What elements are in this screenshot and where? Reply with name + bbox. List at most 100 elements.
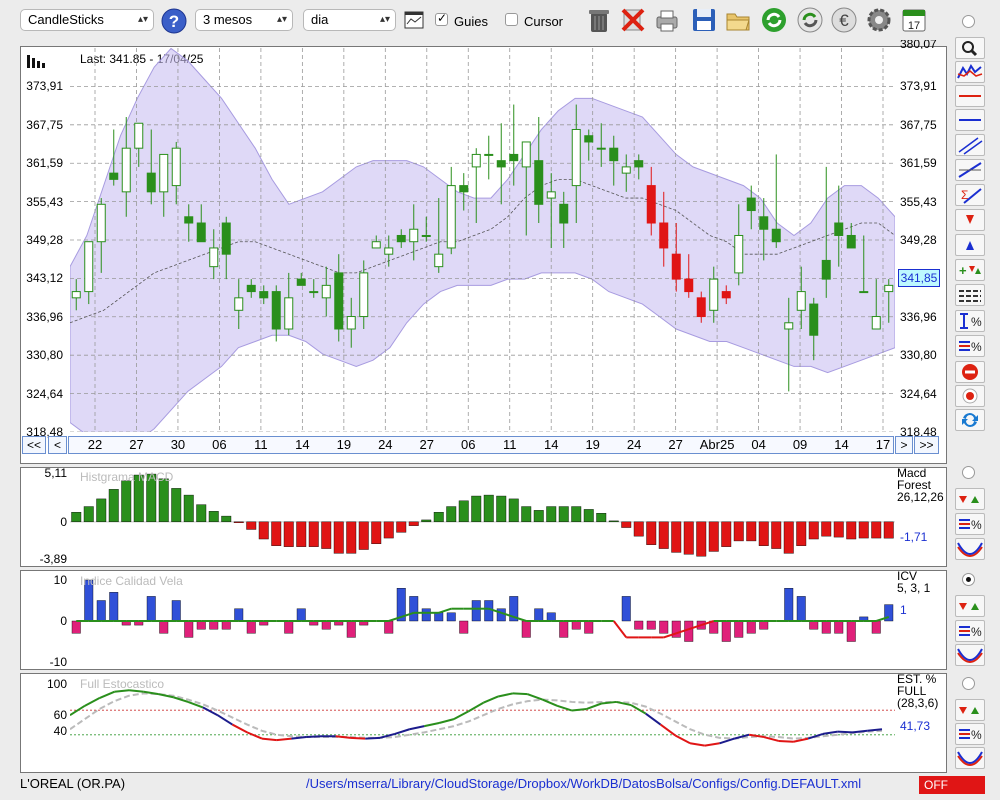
nav-first-button[interactable]: <<	[22, 436, 46, 454]
calendar-icon[interactable]: 17	[900, 6, 928, 34]
no-entry-icon	[962, 364, 978, 380]
icv-panel-radio[interactable]	[962, 573, 975, 586]
icv-bar	[296, 608, 306, 622]
candle-body	[584, 135, 594, 143]
print-icon[interactable]	[653, 6, 681, 34]
candle-body	[384, 247, 394, 255]
record-button[interactable]	[955, 385, 985, 407]
main-panel-radio[interactable]	[962, 15, 975, 28]
channel-button[interactable]	[955, 134, 985, 156]
candle-body	[321, 284, 331, 299]
icv-bar	[409, 596, 419, 622]
date-axis-bar[interactable]	[68, 436, 894, 454]
percent-lines-button[interactable]: %	[955, 335, 985, 357]
stochastic-levels-button[interactable]: %	[955, 723, 985, 745]
candlestick-chart[interactable]	[70, 48, 895, 432]
config-path-link[interactable]: /Users/mserra/Library/CloudStorage/Dropb…	[306, 776, 861, 791]
icv-bar	[434, 612, 444, 622]
percent-range-button[interactable]: %	[955, 310, 985, 332]
list-button[interactable]	[955, 284, 985, 306]
percent-lines-icon: %	[959, 518, 982, 532]
macd-histogram[interactable]	[70, 468, 895, 564]
stochastic-y-tick: 100	[46, 677, 67, 691]
candle-body	[496, 160, 506, 168]
delete-x-icon[interactable]	[619, 6, 647, 34]
chart-type-select[interactable]: CandleSticks ▴▾	[20, 9, 154, 31]
svg-text:%: %	[971, 340, 982, 354]
refresh-icon[interactable]	[760, 6, 788, 34]
macd-panel-radio[interactable]	[962, 466, 975, 479]
cursor-checkbox[interactable]	[505, 13, 518, 26]
stochastic-k-line	[719, 737, 735, 745]
hline-blue-button[interactable]	[955, 109, 985, 131]
candle-body	[396, 234, 406, 243]
icv-bar	[446, 612, 456, 622]
macd-bar	[496, 495, 507, 523]
trash-icon[interactable]	[585, 6, 613, 34]
currency-icon[interactable]: €	[830, 6, 858, 34]
help-icon[interactable]: ?	[161, 8, 187, 34]
icv-bar	[209, 620, 219, 630]
sell-marker-button[interactable]	[955, 209, 985, 231]
signal-arrows-icon	[959, 707, 979, 714]
nav-next-button[interactable]: >	[895, 436, 913, 454]
icv-bar	[571, 620, 581, 630]
macd-bar	[121, 480, 132, 523]
stochastic-panel-radio[interactable]	[962, 677, 975, 690]
candle-body	[684, 278, 694, 293]
icv-histogram[interactable]	[70, 571, 895, 667]
candle-body	[371, 241, 381, 249]
icv-bar	[584, 620, 594, 634]
stochastic-k-line	[99, 690, 115, 699]
interval-select[interactable]: dia ▴▾	[303, 9, 396, 31]
macd-signals-button[interactable]	[955, 488, 985, 510]
period-select[interactable]: 3 mesos ▴▾	[195, 9, 293, 31]
stochastic-k-line	[689, 742, 705, 747]
gear-icon[interactable]	[865, 6, 893, 34]
macd-y-tick: -3,89	[39, 552, 67, 566]
macd-bar	[321, 521, 332, 549]
stochastic-chart[interactable]	[70, 674, 895, 770]
indicators-button[interactable]	[955, 61, 985, 83]
save-icon[interactable]	[690, 6, 718, 34]
icv-levels-button[interactable]: %	[955, 620, 985, 642]
hline-red-button[interactable]	[955, 85, 985, 107]
macd-bar	[596, 513, 607, 523]
icv-bar	[384, 620, 394, 634]
icv-bar	[871, 620, 881, 634]
chart-window-icon[interactable]	[404, 11, 424, 29]
buy-marker-button[interactable]	[955, 234, 985, 256]
macd-bar	[358, 521, 369, 550]
candle-body	[846, 234, 856, 249]
delete-all-button[interactable]	[955, 361, 985, 383]
zoom-button[interactable]	[955, 37, 985, 59]
stochastic-curve-button[interactable]	[955, 747, 985, 769]
icv-curve-button[interactable]	[955, 644, 985, 666]
trendline-button[interactable]	[955, 159, 985, 181]
candle-body	[471, 153, 481, 168]
candle-body	[234, 297, 244, 311]
macd-curve-button[interactable]	[955, 538, 985, 560]
macd-value: -1,71	[900, 530, 928, 544]
open-folder-icon[interactable]	[724, 6, 752, 34]
off-status-badge[interactable]: OFF	[919, 776, 985, 794]
macd-levels-button[interactable]: %	[955, 513, 985, 535]
bar-chart-icon[interactable]	[26, 51, 46, 69]
candle-body	[596, 147, 606, 150]
macd-bar	[171, 488, 182, 523]
icv-signals-button[interactable]	[955, 595, 985, 617]
fibonacci-button[interactable]: Σ	[955, 184, 985, 206]
nav-prev-button[interactable]: <	[48, 436, 67, 454]
stochastic-signals-button[interactable]	[955, 699, 985, 721]
macd-legend-line3: 26,12,26	[897, 490, 944, 504]
sync-icon[interactable]	[796, 6, 824, 34]
icv-bar	[546, 612, 556, 622]
guides-checkbox[interactable]: ✓	[435, 11, 448, 26]
nav-last-button[interactable]: >>	[914, 436, 939, 454]
icv-bar	[784, 588, 794, 622]
macd-y-tick: 0	[60, 514, 67, 529]
candle-body	[259, 291, 269, 299]
swap-button[interactable]	[955, 409, 985, 431]
add-marker-button[interactable]: +	[955, 259, 985, 281]
stochastic-k-line	[704, 742, 720, 747]
